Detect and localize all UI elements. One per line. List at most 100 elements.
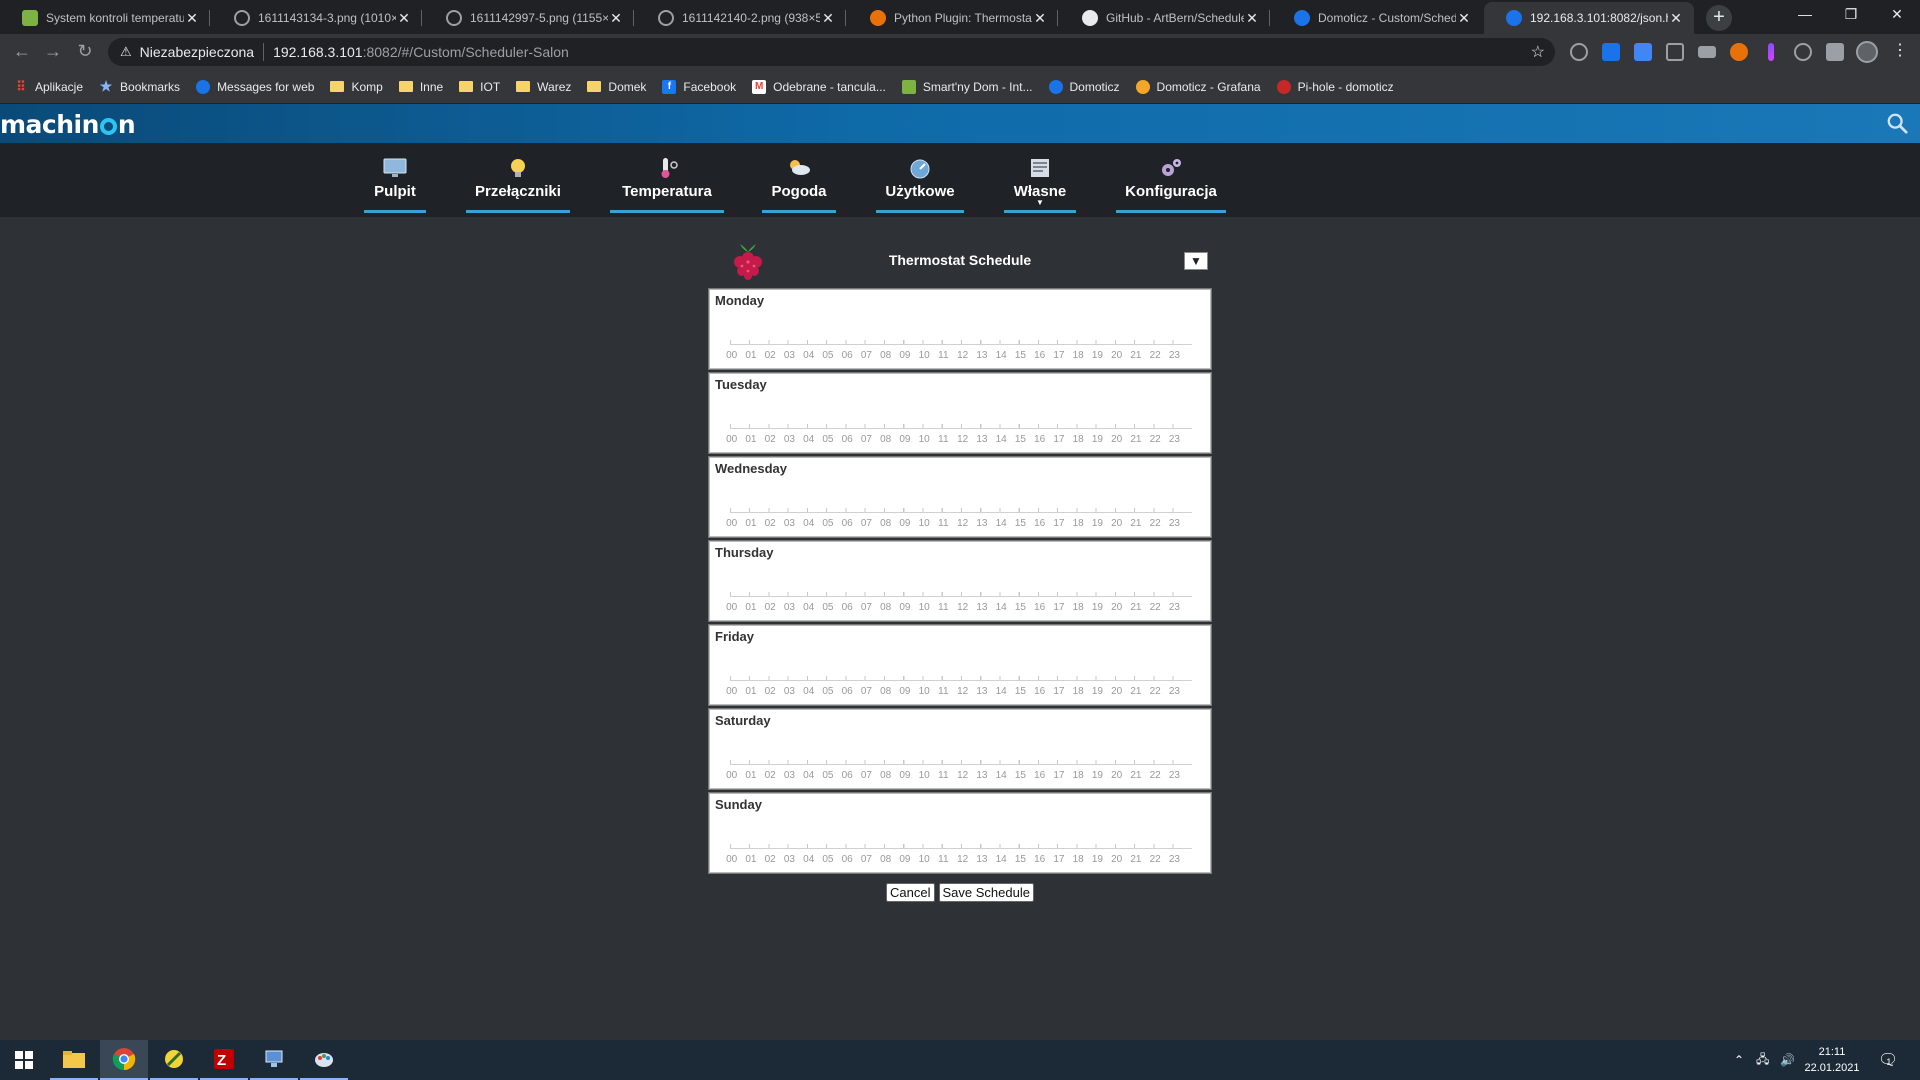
notifications-icon[interactable]: 🗨 1 [1878, 1040, 1898, 1080]
nav-wlasne[interactable]: Własne ▼ [1004, 153, 1076, 213]
hour-label: 00 [726, 434, 738, 445]
hour-label: 11 [938, 686, 949, 697]
reload-icon[interactable]: ↻ [73, 40, 97, 64]
taskbar-app-yellow[interactable] [150, 1040, 198, 1080]
forward-icon[interactable]: → [41, 40, 65, 64]
browser-menu-icon[interactable]: ⋮ [1892, 40, 1908, 60]
bookmark-item[interactable]: Messages for web [196, 79, 314, 94]
network-icon[interactable]: 🖧 [1756, 1040, 1769, 1080]
timeline-axis[interactable] [730, 764, 1192, 765]
browser-tab-active[interactable]: 192.168.3.101:8082/json.htm ✕ [1484, 2, 1694, 34]
browser-tab[interactable]: Domoticz - Custom/Schedul ✕ [1272, 2, 1482, 34]
close-tab-icon[interactable]: ✕ [1032, 10, 1048, 27]
extension-s-icon[interactable] [1602, 43, 1620, 61]
address-bar[interactable]: ⚠ Niezabezpieczona 192.168.3.101 :8082/#… [108, 38, 1555, 66]
start-button[interactable] [0, 1040, 48, 1080]
browser-tab[interactable]: 1611143134-3.png (1010×2 ✕ [212, 2, 422, 34]
bookmarks-bar: ⠿ Aplikacje ★ Bookmarks Messages for web K… [0, 70, 1920, 104]
timeline-axis[interactable] [730, 428, 1192, 429]
volume-icon[interactable]: 🔊 [1780, 1040, 1795, 1080]
hour-label: 17 [1053, 770, 1065, 781]
extension-folder-icon[interactable] [1698, 46, 1716, 58]
close-tab-icon[interactable]: ✕ [1668, 10, 1684, 27]
taskbar-paint-app[interactable] [300, 1040, 348, 1080]
hour-label: 11 [938, 854, 949, 865]
bookmark-item[interactable]: Pi-hole - domoticz [1276, 79, 1394, 94]
day-schedule-panel[interactable]: Saturday 00 01 02 03 04 05 06 07 08 09 10 11 12 13 14 15… [708, 708, 1212, 790]
profile-avatar[interactable] [1856, 41, 1878, 63]
browser-tab[interactable]: GitHub - ArtBern/Scheduler ✕ [1060, 2, 1270, 34]
day-schedule-panel[interactable]: Monday 00 01 02 03 04 05 06 07 08 09 10 11 12 13 14 15 16… [708, 288, 1212, 370]
search-icon[interactable] [1886, 112, 1908, 134]
day-schedule-panel[interactable]: Friday 00 01 02 03 04 05 06 07 08 09 10 11 12 13 14 15 16… [708, 624, 1212, 706]
nav-uzytkowe[interactable]: Użytkowe [876, 153, 964, 213]
hour-label: 12 [957, 854, 969, 865]
cancel-button[interactable]: Cancel [886, 883, 935, 902]
timeline-axis[interactable] [730, 848, 1192, 849]
nav-pulpit[interactable]: Pulpit [364, 153, 426, 213]
bookmark-item[interactable]: ★ Bookmarks [99, 78, 180, 94]
taskbar-chrome[interactable] [100, 1040, 148, 1080]
day-schedule-panel[interactable]: Sunday 00 01 02 03 04 05 06 07 08 09 10 11 12 13 14 15 16… [708, 792, 1212, 874]
bookmark-item[interactable]: M Odebrane - tancula... [752, 79, 886, 94]
extension-pen-icon[interactable] [1768, 43, 1774, 61]
browser-tab[interactable]: System kontroli temperatury ✕ [0, 2, 210, 34]
timeline-axis[interactable] [730, 596, 1192, 597]
nav-przelaczniki[interactable]: Przełączniki [466, 153, 570, 213]
day-schedule-panel[interactable]: Thursday 00 01 02 03 04 05 06 07 08 09 10 11 12 13 14 15… [708, 540, 1212, 622]
bookmark-item[interactable]: Smart'ny Dom - Int... [901, 79, 1033, 94]
bookmark-folder[interactable]: IOT [459, 80, 500, 94]
extension-shield-icon[interactable] [1570, 43, 1588, 61]
browser-tab[interactable]: 1611142997-5.png (1155×7 ✕ [424, 2, 634, 34]
hour-label: 20 [1111, 518, 1123, 529]
back-icon[interactable]: ← [10, 40, 34, 64]
close-tab-icon[interactable]: ✕ [820, 10, 836, 27]
hour-label: 04 [803, 518, 815, 529]
hour-label: 00 [726, 602, 738, 613]
bookmark-folder[interactable]: Domek [587, 80, 646, 94]
new-tab-button[interactable]: + [1706, 5, 1732, 31]
bookmark-folder[interactable]: Komp [330, 80, 383, 94]
nav-pogoda[interactable]: Pogoda [762, 153, 836, 213]
bookmark-folder[interactable]: Warez [516, 80, 571, 94]
browser-tab[interactable]: Python Plugin: Thermostat ✕ [848, 2, 1058, 34]
machinon-logo[interactable]: machin n [0, 110, 136, 139]
bookmark-item[interactable]: f Facebook [662, 79, 736, 94]
day-schedule-panel[interactable]: Wednesday 00 01 02 03 04 05 06 07 08 09 10 11 12 13 14 1… [708, 456, 1212, 538]
timeline-axis[interactable] [730, 512, 1192, 513]
save-schedule-button[interactable]: Save Schedule [938, 883, 1034, 902]
close-tab-icon[interactable]: ✕ [1244, 10, 1260, 27]
extensions-puzzle-icon[interactable] [1826, 43, 1844, 61]
bookmark-item[interactable]: Domoticz [1048, 79, 1120, 94]
tray-overflow-icon[interactable]: ⌃ [1734, 1040, 1744, 1080]
star-icon: ★ [99, 78, 113, 94]
taskbar-filezilla[interactable]: Z [200, 1040, 248, 1080]
close-tab-icon[interactable]: ✕ [1456, 10, 1472, 27]
taskbar-network-app[interactable] [250, 1040, 298, 1080]
scheduler-options-dropdown[interactable]: ▼ [1184, 252, 1208, 270]
bookmark-item[interactable]: Domoticz - Grafana [1135, 79, 1261, 94]
timeline-axis[interactable] [730, 344, 1192, 345]
timeline-axis[interactable] [730, 680, 1192, 681]
extension-badge-icon[interactable] [1634, 43, 1652, 61]
extension-reader-icon[interactable] [1666, 43, 1684, 61]
close-tab-icon[interactable]: ✕ [608, 10, 624, 27]
restore-icon[interactable]: ❐ [1828, 0, 1874, 30]
extension-grammar-icon[interactable] [1794, 43, 1812, 61]
minimize-icon[interactable]: — [1782, 0, 1828, 30]
nav-konfiguracja[interactable]: Konfiguracja [1116, 153, 1226, 213]
bookmark-folder[interactable]: Inne [398, 80, 443, 94]
close-tab-icon[interactable]: ✕ [396, 10, 412, 27]
hour-label: 00 [726, 770, 738, 781]
hour-label: 21 [1130, 686, 1142, 697]
extension-fox-icon[interactable] [1730, 43, 1748, 61]
bookmark-star-icon[interactable]: ☆ [1531, 42, 1545, 62]
bookmark-item[interactable]: ⠿ Aplikacje [14, 79, 83, 94]
close-tab-icon[interactable]: ✕ [184, 10, 200, 27]
nav-temperatura[interactable]: Temperatura [610, 153, 724, 213]
day-schedule-panel[interactable]: Tuesday 00 01 02 03 04 05 06 07 08 09 10 11 12 13 14 15 1… [708, 372, 1212, 454]
taskbar-file-explorer[interactable] [50, 1040, 98, 1080]
browser-tab[interactable]: 1611142140-2.png (938×55 ✕ [636, 2, 846, 34]
close-window-icon[interactable]: ✕ [1874, 0, 1920, 30]
system-clock[interactable]: 21:11 22.01.2021 [1800, 1044, 1864, 1076]
